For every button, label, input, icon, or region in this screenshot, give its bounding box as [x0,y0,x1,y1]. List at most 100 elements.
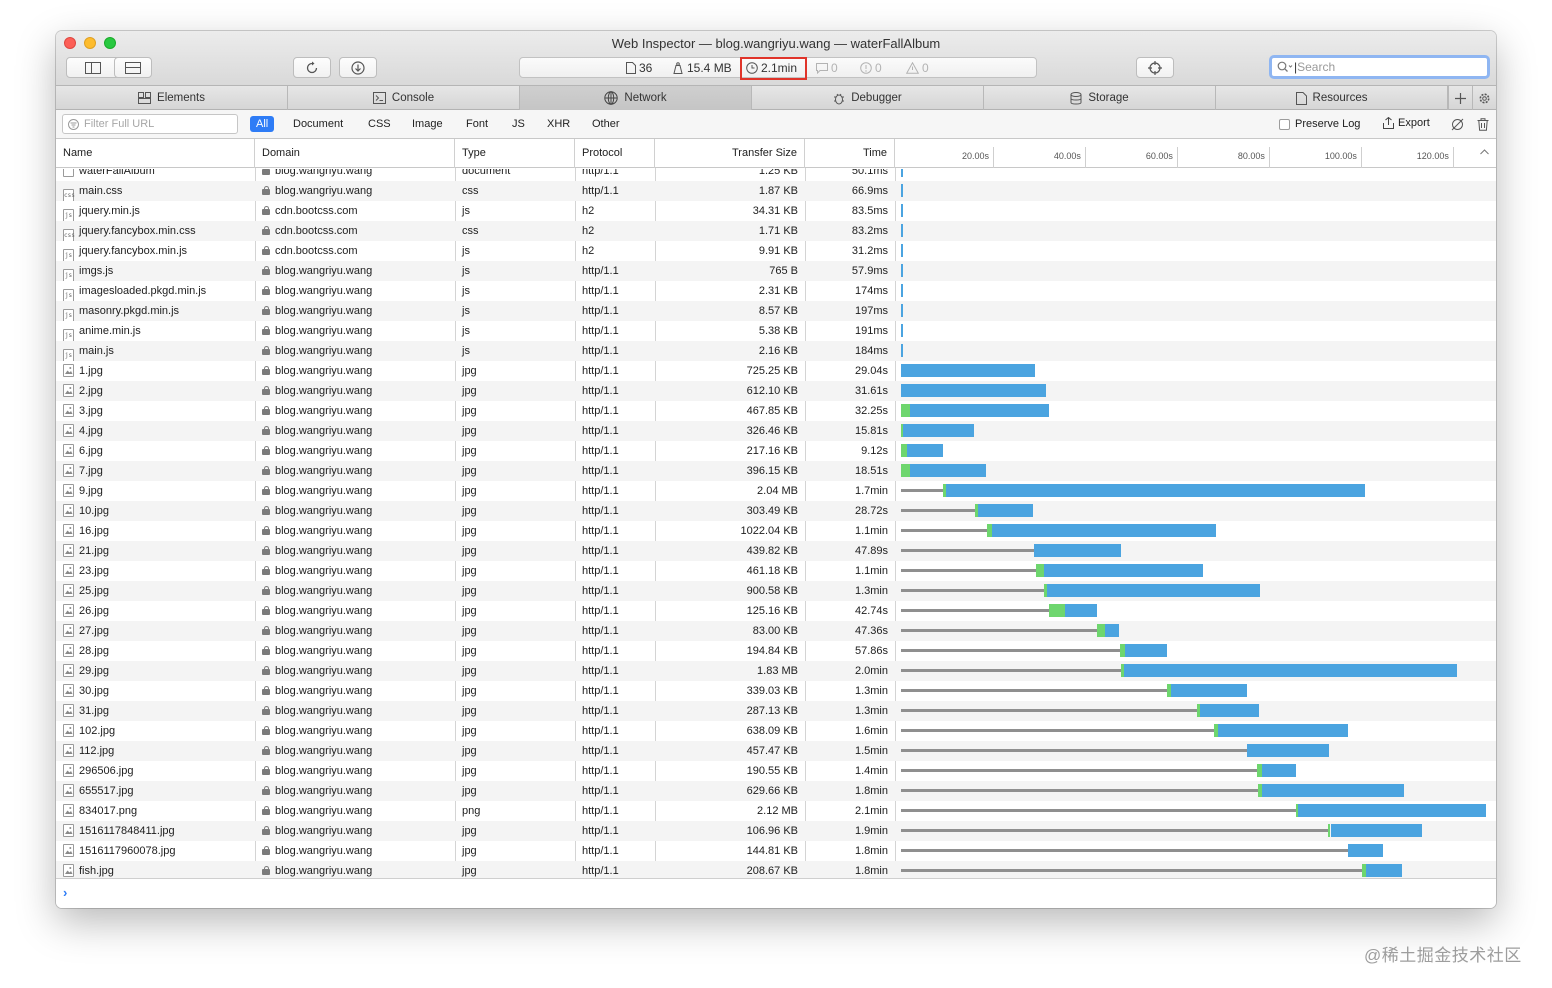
waterfall-download-segment[interactable] [910,464,987,477]
table-row[interactable]: 4.jpg blog.wangriyu.wang jpg http/1.1 326.46… [56,421,1496,441]
dock-side-icon[interactable] [67,58,119,77]
tab-debugger[interactable]: Debugger [752,86,984,110]
dock-bottom-button[interactable] [114,57,152,78]
table-row[interactable]: js jquery.min.js cdn.bootcss.com js h2 34.31 … [56,201,1496,221]
column-header-protocol[interactable]: Protocol [575,139,655,168]
waterfall-download-segment[interactable] [910,404,1050,417]
table-row[interactable]: 3.jpg blog.wangriyu.wang jpg http/1.1 467.85… [56,401,1496,421]
waterfall-download-segment[interactable] [1105,624,1119,637]
url-filter-input[interactable]: Filter Full URL [62,114,238,134]
waterfall-download-segment[interactable] [1347,844,1383,857]
waterfall-download-segment[interactable] [906,444,943,457]
waterfall-download-segment[interactable] [1366,864,1403,877]
waterfall-download-segment[interactable] [901,204,903,217]
filter-type-css[interactable]: CSS [362,116,397,132]
table-row[interactable]: 296506.jpg blog.wangriyu.wang jpg http/1.1 1… [56,761,1496,781]
waterfall-download-segment[interactable] [945,484,1366,497]
waterfall-download-segment[interactable] [977,504,1033,517]
table-row[interactable]: 26.jpg blog.wangriyu.wang jpg http/1.1 125.1… [56,601,1496,621]
waterfall-download-segment[interactable] [1065,604,1098,617]
waterfall-download-segment[interactable] [1033,544,1122,557]
table-row[interactable]: 16.jpg blog.wangriyu.wang jpg http/1.1 1022.… [56,521,1496,541]
tab-storage[interactable]: Storage [984,86,1216,110]
table-row[interactable]: js anime.min.js blog.wangriyu.wang js http/1… [56,321,1496,341]
table-row[interactable]: 1516117848411.jpg blog.wangriyu.wang jpg ht… [56,821,1496,841]
waterfall-download-segment[interactable] [1330,824,1423,837]
waterfall-download-segment[interactable] [1261,764,1297,777]
table-row[interactable]: 6.jpg blog.wangriyu.wang jpg http/1.1 217.16… [56,441,1496,461]
table-row[interactable]: 9.jpg blog.wangriyu.wang jpg http/1.1 2.04 M… [56,481,1496,501]
clear-network-items-button[interactable] [1449,116,1465,132]
waterfall-download-segment[interactable] [901,304,903,317]
waterfall-download-segment[interactable] [1261,784,1405,797]
sort-ascending-icon[interactable] [1480,149,1489,155]
warning-count[interactable]: 0 [906,61,929,75]
table-row[interactable]: 28.jpg blog.wangriyu.wang jpg http/1.1 194.8… [56,641,1496,661]
waterfall-download-segment[interactable] [1046,584,1260,597]
waterfall-download-segment[interactable] [1199,704,1260,717]
table-row[interactable]: 112.jpg blog.wangriyu.wang jpg http/1.1 457.… [56,741,1496,761]
reload-button[interactable] [293,57,331,78]
table-row[interactable]: 27.jpg blog.wangriyu.wang jpg http/1.1 83.00… [56,621,1496,641]
column-header-type[interactable]: Type [455,139,575,168]
waterfall-download-segment[interactable] [901,364,1035,377]
table-row[interactable]: js imgs.js blog.wangriyu.wang js http/1.1 765… [56,261,1496,281]
waterfall-download-segment[interactable] [1298,804,1487,817]
resource-count[interactable]: 36 [626,61,652,75]
preserve-log-toggle[interactable]: Preserve Log [1279,118,1360,130]
filter-type-other[interactable]: Other [586,116,626,132]
waterfall-download-segment[interactable] [901,184,903,197]
waterfall-download-segment[interactable] [1044,564,1203,577]
table-row[interactable]: js jquery.fancybox.min.js cdn.bootcss.com j… [56,241,1496,261]
table-row[interactable]: waterFallAlbum blog.wangriyu.wang document… [56,169,1496,181]
resource-size[interactable]: 15.4 MB [672,61,732,75]
waterfall-download-segment[interactable] [1170,684,1248,697]
dock-button[interactable] [66,57,120,78]
waterfall-download-segment[interactable] [1123,664,1457,677]
waterfall-download-segment[interactable] [901,169,903,177]
waterfall-download-segment[interactable] [901,384,1047,397]
table-row[interactable]: 31.jpg blog.wangriyu.wang jpg http/1.1 287.1… [56,701,1496,721]
column-header-transfer-size[interactable]: Transfer Size [655,139,805,168]
table-row[interactable]: 7.jpg blog.wangriyu.wang jpg http/1.1 396.15… [56,461,1496,481]
table-row[interactable]: 655517.jpg blog.wangriyu.wang jpg http/1.1 6… [56,781,1496,801]
waterfall-download-segment[interactable] [1124,644,1167,657]
waterfall-download-segment[interactable] [992,524,1216,537]
filter-type-image[interactable]: Image [406,116,449,132]
tab-resources[interactable]: Resources [1216,86,1448,110]
tab-network[interactable]: Network [520,86,752,110]
new-tab-button[interactable] [1448,86,1472,110]
column-header-name[interactable]: Name [56,139,255,168]
trash-button[interactable] [1475,116,1491,132]
filter-type-js[interactable]: JS [506,116,531,132]
filter-type-document[interactable]: Document [287,116,349,132]
table-row[interactable]: 102.jpg blog.wangriyu.wang jpg http/1.1 638.… [56,721,1496,741]
waterfall-download-segment[interactable] [901,284,903,297]
waterfall-download-segment[interactable] [901,264,903,277]
export-button[interactable]: Export [1383,117,1430,129]
settings-button[interactable] [1472,86,1496,110]
table-row[interactable]: js imagesloaded.pkgd.min.js blog.wangriyu.… [56,281,1496,301]
table-row[interactable]: 29.jpg blog.wangriyu.wang jpg http/1.1 1.83 … [56,661,1496,681]
waterfall-download-segment[interactable] [903,424,974,437]
tab-console[interactable]: Console [288,86,520,110]
table-row[interactable]: js main.js blog.wangriyu.wang js http/1.1 2.1… [56,341,1496,361]
waterfall-download-segment[interactable] [901,244,903,257]
filter-type-xhr[interactable]: XHR [541,116,576,132]
error-count[interactable]: 0 [860,61,882,75]
table-row[interactable]: 2.jpg blog.wangriyu.wang jpg http/1.1 612.10… [56,381,1496,401]
filter-type-font[interactable]: Font [460,116,494,132]
waterfall-download-segment[interactable] [1247,744,1329,757]
table-row[interactable]: 21.jpg blog.wangriyu.wang jpg http/1.1 439.8… [56,541,1496,561]
quick-console[interactable]: › [56,878,1496,908]
preserve-log-checkbox[interactable] [1279,118,1290,130]
table-row[interactable]: 23.jpg blog.wangriyu.wang jpg http/1.1 461.1… [56,561,1496,581]
waterfall-download-segment[interactable] [1218,724,1349,737]
table-row[interactable]: css main.css blog.wangriyu.wang css http/1.1… [56,181,1496,201]
table-row[interactable]: 30.jpg blog.wangriyu.wang jpg http/1.1 339.0… [56,681,1496,701]
inspect-element-button[interactable] [1136,57,1174,78]
filter-type-all[interactable]: All [250,116,275,132]
table-row[interactable]: 25.jpg blog.wangriyu.wang jpg http/1.1 900.5… [56,581,1496,601]
search-field[interactable]: | Search [1269,55,1490,79]
table-row[interactable]: 834017.png blog.wangriyu.wang png http/1.1 2… [56,801,1496,821]
